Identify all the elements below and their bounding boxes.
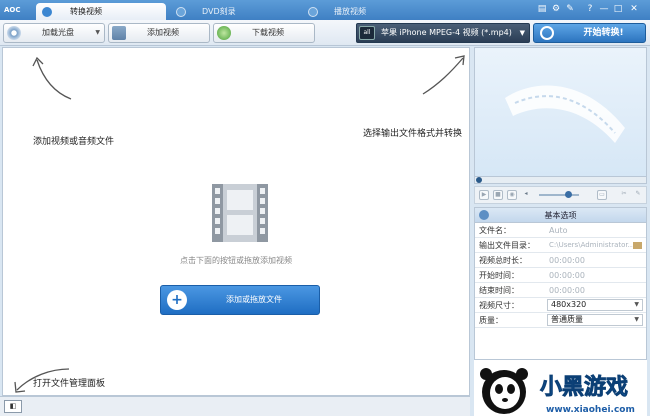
close-icon[interactable]: ✕ [628, 3, 640, 16]
basic-settings-header[interactable]: 基本选项 [475, 208, 646, 223]
format-all-icon: all [359, 26, 375, 40]
status-bar: ◧ [0, 396, 470, 416]
button-label: 下载视频 [252, 28, 284, 37]
row-quality: 质量： 普通质量 ▼ [475, 313, 646, 328]
help-icon[interactable]: ? [584, 3, 596, 16]
maximize-icon[interactable]: □ [612, 3, 624, 16]
tab-play-video[interactable]: 播放视频 [302, 3, 430, 20]
download-video-button[interactable]: 下载视频 [213, 23, 315, 43]
film-strip-icon [212, 184, 268, 242]
start-convert-button[interactable]: 开始转换! [533, 23, 646, 43]
row-file-name: 文件名： Auto [475, 223, 646, 238]
chevron-down-icon: ▼ [519, 29, 525, 37]
basic-settings-panel: 基本选项 文件名： Auto 输出文件目录： C:\Users\Administ… [474, 207, 647, 360]
file-name-field[interactable]: Auto [549, 223, 568, 238]
effects-icon[interactable]: ✎ [633, 190, 643, 200]
end-time-field[interactable]: 00:00:00 [549, 283, 585, 298]
drop-tip: 点击下面的按钮或拖放添加视频 [180, 256, 292, 265]
hint-choose-format: 选择输出文件格式并转换 [363, 129, 463, 139]
disc-icon [176, 7, 186, 17]
load-disc-button[interactable]: 加载光盘 ▼ [3, 23, 105, 43]
preview-progress-slider[interactable] [474, 176, 647, 184]
fullscreen-icon[interactable]: ▭ [597, 190, 607, 200]
add-video-button[interactable]: 添加视频 [108, 23, 210, 43]
player-controls: ▶ ■ ◉ ◂ ▭ ✂ ✎ [474, 186, 647, 204]
snapshot-icon[interactable]: ◉ [507, 190, 517, 200]
folder-icon[interactable] [633, 242, 642, 249]
button-label: 开始转换! [583, 28, 624, 38]
file-list-area[interactable]: 添加视频或音频文件 选择输出文件格式并转换 点击下面的按钮或拖放添加视频 + 添… [2, 47, 470, 396]
convert-icon [42, 7, 52, 17]
app-logo: AOC [4, 6, 21, 14]
file-menu-icon[interactable]: ▤ [536, 3, 548, 16]
row-output-dir: 输出文件目录： C:\Users\Administrator... [475, 238, 646, 253]
volume-knob[interactable] [565, 191, 572, 198]
svg-text:www.xiaohei.com: www.xiaohei.com [546, 405, 635, 415]
tab-label: 转换视频 [70, 7, 102, 16]
output-dir-field[interactable]: C:\Users\Administrator... [549, 238, 634, 253]
panel-title: 基本选项 [544, 211, 577, 220]
chevron-down-icon: ▼ [634, 301, 639, 308]
row-label: 结束时间： [479, 286, 519, 295]
play-icon [308, 7, 318, 17]
start-time-field[interactable]: 00:00:00 [549, 268, 585, 283]
button-label: 添加或拖放文件 [226, 295, 282, 304]
chevron-down-icon: ▼ [634, 316, 639, 323]
file-panel-toggle-button[interactable]: ◧ [4, 400, 22, 413]
title-bar: AOC 转换视频 DVD刻录 播放视频 ▤ ⚙ ✎ ? — □ ✕ [0, 0, 650, 20]
format-value: 苹果 iPhone MPEG-4 视频 (*.mp4) [381, 28, 512, 37]
film-reel-decoration-icon [505, 85, 625, 143]
select-value: 480x320 [551, 300, 587, 309]
arrow-up-right-icon [422, 55, 465, 95]
button-label: 加载光盘 [42, 28, 74, 37]
add-or-drop-file-button[interactable]: + 添加或拖放文件 [160, 285, 320, 315]
refresh-icon [540, 26, 554, 40]
row-label: 质量： [479, 316, 503, 325]
tab-convert-video[interactable]: 转换视频 [36, 3, 166, 20]
row-label: 开始时间： [479, 271, 519, 280]
row-label: 视频总时长： [479, 256, 527, 265]
duration-value: 00:00:00 [549, 256, 585, 265]
row-start-time: 开始时间： 00:00:00 [475, 268, 646, 283]
settings-gear-icon[interactable]: ⚙ [550, 3, 562, 16]
site-watermark: 小黑游戏 www.xiaohei.com [474, 360, 647, 416]
row-video-size: 视频尺寸： 480x320 ▼ [475, 298, 646, 313]
button-label: 添加视频 [147, 28, 179, 37]
tab-dvd-burn[interactable]: DVD刻录 [170, 3, 298, 20]
video-size-select[interactable]: 480x320 ▼ [547, 299, 643, 311]
volume-slider[interactable] [539, 191, 579, 198]
play-icon[interactable]: ▶ [479, 190, 489, 200]
progress-knob[interactable] [476, 177, 482, 183]
scissors-icon[interactable]: ✂ [619, 190, 629, 200]
panda-mascot-logo: 小黑游戏 www.xiaohei.com [480, 368, 635, 415]
minimize-icon[interactable]: — [598, 3, 610, 16]
video-preview [474, 47, 647, 177]
quality-select[interactable]: 普通质量 ▼ [547, 314, 643, 326]
row-duration: 视频总时长： 00:00:00 [475, 253, 646, 268]
hint-file-panel: 打开文件管理面板 [33, 379, 106, 389]
svg-text:小黑游戏: 小黑游戏 [540, 374, 628, 400]
row-label: 输出文件目录： [479, 241, 535, 250]
hint-add-files: 添加视频或音频文件 [33, 137, 115, 147]
chevron-down-icon[interactable]: ▼ [95, 24, 100, 42]
toolbar: 加载光盘 ▼ 添加视频 下载视频 all 苹果 iPhone MPEG-4 视频… [0, 20, 650, 46]
row-label: 视频尺寸： [479, 301, 519, 310]
tools-icon[interactable]: ✎ [564, 3, 576, 16]
output-format-select[interactable]: all 苹果 iPhone MPEG-4 视频 (*.mp4) ▼ [356, 23, 530, 43]
tab-label: 播放视频 [334, 7, 366, 16]
arrow-up-left-icon [32, 56, 72, 100]
volume-icon[interactable]: ◂ [521, 190, 531, 200]
select-value: 普通质量 [551, 315, 583, 324]
row-end-time: 结束时间： 00:00:00 [475, 283, 646, 298]
stop-icon[interactable]: ■ [493, 190, 503, 200]
settings-icon [479, 210, 489, 220]
row-label: 文件名： [479, 226, 511, 235]
plus-icon: + [167, 290, 187, 310]
tab-label: DVD刻录 [202, 7, 236, 16]
